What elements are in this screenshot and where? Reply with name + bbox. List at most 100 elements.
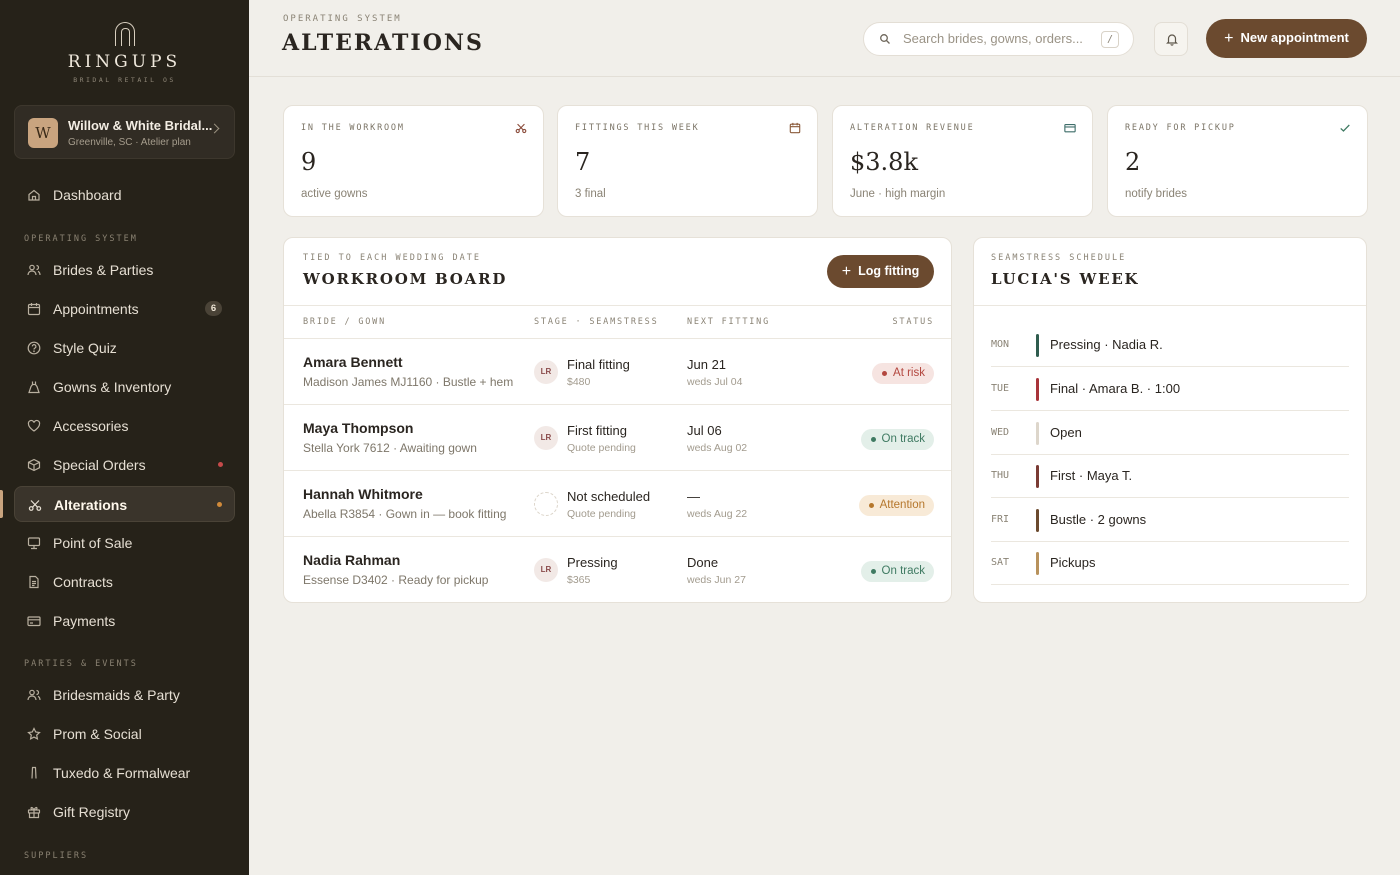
sidebar-item-alterations[interactable]: Alterations [14,486,235,522]
bride-name: Maya Thompson [303,420,414,436]
heart-icon [27,419,41,432]
sidebar-item-dashboard[interactable]: Dashboard [14,177,235,213]
sidebar-item-label: Style Quiz [53,340,117,356]
sidebar-item-prom[interactable]: Prom & Social [14,716,235,752]
sidebar-item-label: Prom & Social [53,726,142,742]
seamstress-avatar: LR [534,360,558,384]
document-icon [29,575,39,589]
wedding-date: weds Aug 22 [687,508,748,520]
page-header: OPERATING SYSTEM ALTERATIONS / + New appo… [249,0,1400,77]
schedule-day-wed[interactable]: WED Open [991,412,1349,455]
day-label: WED [991,427,1010,438]
search-input[interactable] [903,31,1083,46]
stat-card-workroom[interactable]: IN THE WORKROOM 9 active gowns [283,105,544,217]
stat-value: 9 [301,148,317,176]
status-badge[interactable]: On track [860,429,934,450]
stat-label: FITTINGS THIS WEEK [575,123,700,133]
stat-value: $3.8k [850,148,918,176]
page-title: ALTERATIONS [282,30,484,56]
table-row[interactable]: Nadia Rahman Essense D3402 · Ready for p… [284,537,951,602]
stat-label: ALTERATION REVENUE [850,123,975,133]
wedding-date: weds Aug 02 [687,442,748,454]
stat-value: 7 [575,148,591,176]
column-header-status[interactable]: STATUS [892,317,934,327]
day-label: TUE [991,383,1010,394]
store-switcher[interactable]: W Willow & White Bridal... Greenville, S… [14,105,235,159]
sidebar-item-label: Appointments [53,301,139,317]
schedule-day-thu[interactable]: THU First · Maya T. [991,455,1349,498]
stat-card-revenue[interactable]: ALTERATION REVENUE $3.8k June · high mar… [832,105,1093,217]
stage-sub: Quote pending [567,442,636,454]
sidebar-item-label: Brides & Parties [53,262,154,278]
sidebar-item-style-quiz[interactable]: Style Quiz [14,330,235,366]
appointments-count-badge: 6 [205,301,222,316]
table-header: BRIDE / GOWN STAGE · SEAMSTRESS NEXT FIT… [284,305,951,339]
schedule-day-fri[interactable]: FRI Bustle · 2 gowns [991,499,1349,542]
sidebar-item-gowns[interactable]: Gowns & Inventory [14,369,235,405]
next-fitting: — [687,489,700,504]
day-label: SAT [991,557,1010,568]
column-header-bride[interactable]: BRIDE / GOWN [303,317,386,327]
sidebar-item-accessories[interactable]: Accessories [14,408,235,444]
day-text: Open [1050,425,1082,440]
notifications-button[interactable] [1154,22,1188,56]
sidebar-item-appointments[interactable]: Appointments 6 [14,291,235,327]
stat-sub: active gowns [301,188,368,200]
sidebar-item-contracts[interactable]: Contracts [14,564,235,600]
sidebar-item-label: Special Orders [53,457,146,473]
day-text: Final · Amara B. · 1:00 [1050,381,1181,396]
search-box[interactable]: / [863,22,1134,56]
sidebar-item-label: Contracts [53,574,113,590]
day-color-bar [1036,422,1039,445]
schedule-day-mon[interactable]: MON Pressing · Nadia R. [991,324,1349,367]
home-icon [28,189,40,201]
log-fitting-button[interactable]: + Log fitting [827,255,934,288]
status-badge[interactable]: At risk [872,363,934,384]
alterations-alert-dot [217,502,222,507]
status-badge[interactable]: On track [860,561,934,582]
sidebar-item-payments[interactable]: Payments [14,603,235,639]
schedule-day-sat[interactable]: SAT Pickups [991,542,1349,585]
table-row[interactable]: Amara Bennett Madison James MJ1160 · Bus… [284,339,951,405]
stat-card-fittings[interactable]: FITTINGS THIS WEEK 7 3 final [557,105,818,217]
next-fitting: Done [687,555,719,570]
sidebar-item-label: Alterations [54,497,128,513]
stat-card-pickup[interactable]: READY FOR PICKUP 2 notify brides [1107,105,1368,217]
wedding-date: weds Jul 04 [687,376,743,388]
schedule-day-tue[interactable]: TUE Final · Amara B. · 1:00 [991,368,1349,411]
stat-sub: June · high margin [850,188,946,200]
board-title: WORKROOM BOARD [303,270,508,288]
people-icon [27,264,41,276]
sidebar-item-bridesmaids[interactable]: Bridesmaids & Party [14,677,235,713]
day-text: First · Maya T. [1050,468,1133,483]
column-header-stage[interactable]: STAGE · SEAMSTRESS [534,317,659,327]
gift-icon [27,806,41,819]
stat-sub: notify brides [1125,188,1188,200]
stat-label: READY FOR PICKUP [1125,123,1236,133]
stage-sub: $365 [567,574,591,586]
sidebar-item-pos[interactable]: Point of Sale [14,525,235,561]
sidebar-item-label: Point of Sale [53,535,133,551]
sidebar-item-special-orders[interactable]: Special Orders [14,447,235,483]
brand-logo[interactable]: RINGUPS BRIDAL RETAIL OS [0,22,249,84]
day-color-bar [1036,552,1039,575]
stat-sub: 3 final [575,188,606,200]
new-appointment-button[interactable]: + New appointment [1206,19,1367,58]
bride-name: Hannah Whitmore [303,486,423,502]
credit-card-icon [27,616,41,627]
unassigned-avatar [534,492,558,516]
table-row[interactable]: Hannah Whitmore Abella R3854 · Gown in —… [284,471,951,537]
day-text: Bustle · 2 gowns [1050,512,1147,527]
search-icon [880,34,890,44]
table-row[interactable]: Maya Thompson Stella York 7612 · Awaitin… [284,405,951,471]
column-header-next[interactable]: NEXT FITTING [687,317,770,327]
nav-section-suppliers: SUPPLIERS [24,851,89,861]
plus-icon: + [1224,29,1234,47]
sidebar-item-gift-registry[interactable]: Gift Registry [14,794,235,830]
gown-detail: Abella R3854 · Gown in — book fitting [303,507,507,521]
store-name: Willow & White Bridal... [68,118,213,133]
sidebar-item-tuxedo[interactable]: Tuxedo & Formalwear [14,755,235,791]
status-badge[interactable]: Attention [858,495,934,516]
sidebar-item-brides[interactable]: Brides & Parties [14,252,235,288]
credit-card-icon [1064,124,1076,133]
